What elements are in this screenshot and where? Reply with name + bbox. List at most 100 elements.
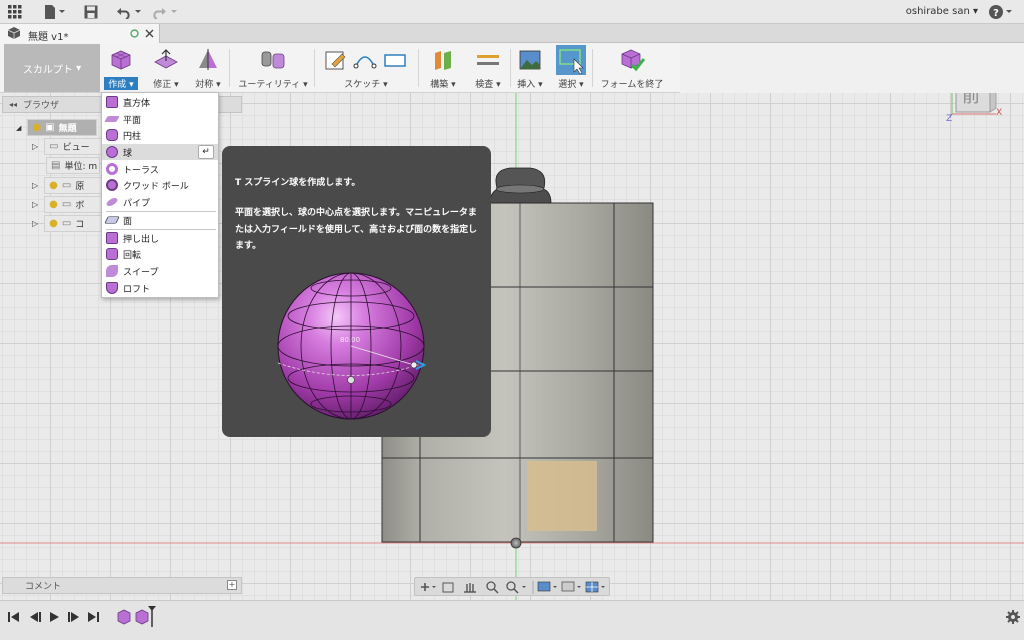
app-bar: oshirabe san ▾ ? [0,0,1024,24]
timeline-marker-icon[interactable] [148,606,156,627]
toolbar: スカルプト ▾ 作成 ▾ 修正 ▾ 対称 ▾ ユーティリティ ▾ スケッチ ▾ … [0,43,680,93]
folder-icon: ▭ [61,218,72,229]
viewcube-z-label: Z [946,114,953,124]
tooltip-body: 平面を選択し、球の中心点を選択します。マニピュレータまたは入力フィールドを使用し… [235,208,478,251]
step-back-icon[interactable] [30,612,41,622]
viewcube[interactable]: 前 X Y Z [946,93,1003,124]
workspace-switcher[interactable]: スカルプト ▾ [4,44,100,92]
play-icon[interactable] [50,612,59,622]
navigation-bar [414,577,610,596]
create-box-icon [111,50,131,70]
pin-to-toolbar-icon[interactable]: ↵ [198,145,214,159]
sketch-rectangle-icon [384,54,406,67]
menu-item-pipe[interactable]: パイプ [102,194,218,210]
face-icon [104,216,120,224]
sweep-icon [106,265,118,277]
grid-settings-icon[interactable] [561,581,581,592]
collapse-icon[interactable]: ◂◂ [9,100,17,109]
inspect-icon [477,55,499,65]
loft-icon [106,282,118,294]
document-icon: ▣ [45,122,55,133]
pan-icon[interactable] [464,583,476,593]
file-menu-icon[interactable] [44,4,68,20]
menu-item-sphere[interactable]: 球 ↵ [102,144,218,160]
modify-icon [154,49,178,69]
visibility-bulb-icon[interactable]: ● [49,199,58,210]
sketch-arc-icon [353,56,377,69]
orbit-icon[interactable] [421,583,436,591]
menu-item-quadball[interactable]: クワッド ボール [102,177,218,193]
quadball-icon [106,179,118,191]
comment-panel[interactable]: コメント + [2,577,242,594]
tooltip-dimension-label: 80.00 [340,336,361,344]
extrude-icon [106,232,118,244]
create-menu-button[interactable]: 作成 ▾ [101,43,141,93]
visibility-bulb-icon[interactable]: ● [32,122,41,133]
viewcube-front-label: 前 [962,93,980,107]
save-icon[interactable] [84,4,98,20]
zoom-icon[interactable] [486,581,499,594]
viewcube-x-label: X [996,108,1003,118]
menu-item-box[interactable]: 直方体 [102,94,218,110]
command-tooltip: T スプライン球を作成します。 平面を選択し、球の中心点を選択します。マニピュレ… [222,146,491,437]
expand-comments-icon[interactable]: + [227,580,237,590]
tooltip-title: T スプライン球を作成します。 [235,178,361,188]
menu-item-extrude[interactable]: 押し出し [102,230,218,246]
select-menu-button[interactable]: 選択 ▾ [553,43,589,93]
plane-icon [104,116,120,122]
document-tab[interactable]: 無題 v1* [0,24,160,43]
symmetry-menu-button[interactable]: 対称 ▾ [190,43,226,93]
document-tab-label: 無題 v1* [28,32,69,43]
box-icon [106,96,118,108]
folder-icon: ▭ [61,180,72,191]
user-menu[interactable]: oshirabe san ▾ [906,6,978,17]
torus-icon [106,163,118,175]
menu-item-torus[interactable]: トーラス [102,161,218,177]
insert-image-icon [519,50,541,70]
svg-text:?: ? [993,8,999,19]
viewports-icon[interactable] [585,581,605,593]
help-icon[interactable]: ? [988,4,1014,20]
menu-item-loft[interactable]: ロフト [102,280,218,296]
finish-form-button[interactable]: フォームを終了 [598,43,666,93]
sphere-preview-image [277,272,427,420]
pipe-icon [105,196,119,208]
timeline-feature-form-icon[interactable] [117,609,131,625]
look-at-icon[interactable] [442,582,454,593]
construct-icon [435,51,451,70]
redo-icon[interactable] [152,4,180,20]
menu-item-cylinder[interactable]: 円柱 [102,127,218,143]
expand-arrow-icon[interactable]: ▷ [32,219,38,228]
timeline [0,600,1024,640]
menu-item-plane[interactable]: 平面 [102,111,218,127]
expand-arrow-icon[interactable]: ▷ [32,142,38,151]
expand-arrow-icon[interactable]: ▷ [32,200,38,209]
finish-form-icon [621,49,645,72]
timeline-settings-gear-icon[interactable] [1006,610,1020,624]
step-forward-icon[interactable] [68,612,79,622]
app-grid-icon[interactable] [8,4,22,20]
document-icon [8,27,20,39]
go-to-end-icon[interactable] [88,612,99,622]
timeline-feature-form-icon-2[interactable] [135,609,149,625]
zoom-window-icon[interactable] [506,581,526,594]
sketch-menu-button[interactable]: スケッチ ▾ [318,43,414,93]
inspect-menu-button[interactable]: 検査 ▾ [468,43,508,93]
sphere-icon [106,146,118,158]
construct-menu-button[interactable]: 構築 ▾ [424,43,462,93]
expand-arrow-icon[interactable]: ◢ [16,124,21,132]
modify-menu-button[interactable]: 修正 ▾ [146,43,186,93]
insert-menu-button[interactable]: 挿入 ▾ [512,43,548,93]
go-to-start-icon[interactable] [8,612,19,622]
menu-item-face[interactable]: 面 [102,212,218,228]
menu-item-revolve[interactable]: 回転 [102,246,218,262]
expand-arrow-icon[interactable]: ▷ [32,181,38,190]
utility-menu-button[interactable]: ユーティリティ ▾ [234,43,312,93]
undo-icon[interactable] [116,4,144,20]
visibility-bulb-icon[interactable]: ● [49,218,58,229]
select-icon [556,45,586,75]
display-settings-icon[interactable] [537,581,557,592]
visibility-bulb-icon[interactable]: ● [49,180,58,191]
menu-item-sweep[interactable]: スイープ [102,263,218,279]
close-tab-icon[interactable] [145,29,154,38]
